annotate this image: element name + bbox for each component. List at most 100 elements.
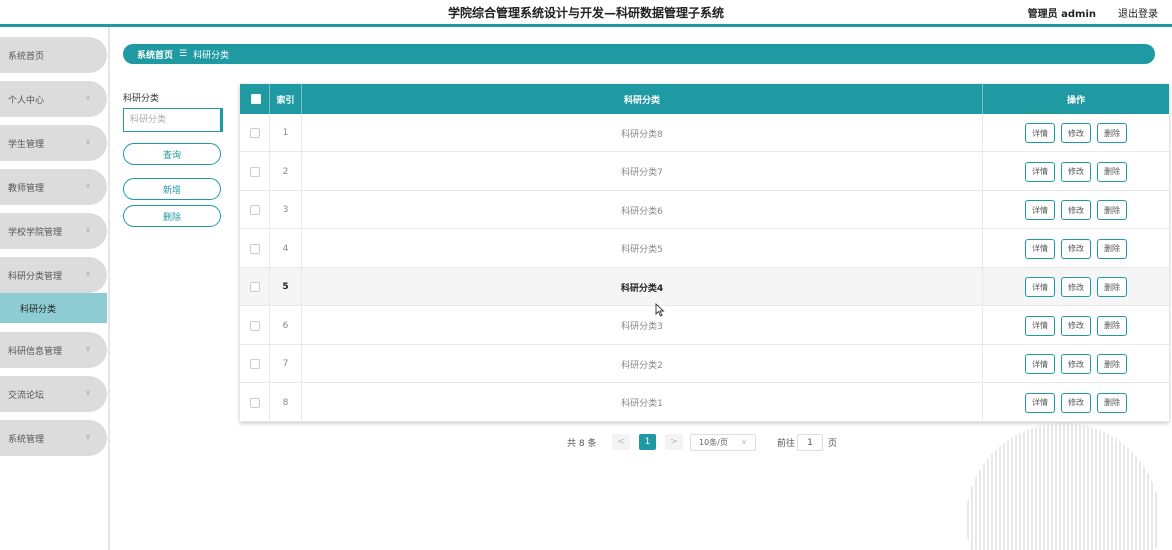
table-row[interactable]: 7 科研分类2 详情 修改 删除 bbox=[240, 345, 1169, 383]
detail-button[interactable]: 详情 bbox=[1025, 123, 1055, 143]
row-checkbox[interactable] bbox=[249, 282, 260, 292]
sidebar: 系统首页 个人中心 ∨ 学生管理 ∨ 教师管理 ∨ 学校学院管理 ∨ 科研分类管… bbox=[0, 27, 110, 550]
sidebar-item-personal[interactable]: 个人中心 ∨ bbox=[0, 81, 107, 117]
row-category: 科研分类8 bbox=[302, 114, 983, 152]
table-row[interactable]: 2 科研分类7 详情 修改 删除 bbox=[240, 152, 1169, 191]
row-category: 科研分类3 bbox=[302, 306, 983, 345]
chevron-down-icon: ∨ bbox=[85, 137, 91, 146]
sidebar-item-research-info[interactable]: 科研信息管理 ∨ bbox=[0, 332, 107, 368]
sidebar-subitem-research-category[interactable]: 科研分类 bbox=[0, 293, 107, 323]
category-search-input[interactable] bbox=[123, 108, 223, 132]
sidebar-item-label: 科研分类管理 bbox=[8, 271, 63, 282]
column-header-category: 科研分类 bbox=[302, 84, 983, 114]
page-size-select[interactable]: 10条/页 ∨ bbox=[690, 434, 756, 451]
detail-button[interactable]: 详情 bbox=[1025, 200, 1055, 220]
row-actions: 详情 修改 删除 bbox=[983, 153, 1169, 191]
page-title: 学院综合管理系统设计与开发—科研数据管理子系统 bbox=[447, 6, 724, 20]
page-size-value: 10条/页 bbox=[699, 438, 728, 447]
row-checkbox[interactable] bbox=[249, 359, 260, 369]
header-select-all[interactable] bbox=[240, 84, 270, 114]
edit-button[interactable]: 修改 bbox=[1061, 392, 1091, 413]
row-select-cell bbox=[240, 268, 270, 306]
header-divider bbox=[0, 24, 1172, 27]
pagination-total: 共 8 条 bbox=[567, 439, 597, 449]
row-index: 8 bbox=[270, 383, 302, 422]
sidebar-item-home[interactable]: 系统首页 bbox=[0, 37, 107, 73]
detail-button[interactable]: 详情 bbox=[1025, 354, 1055, 374]
row-category: 科研分类1 bbox=[302, 383, 983, 422]
table-row[interactable]: 5 科研分类4 详情 修改 删除 bbox=[240, 268, 1169, 306]
row-checkbox[interactable] bbox=[249, 320, 260, 331]
top-bar: 学院综合管理系统设计与开发—科研数据管理子系统 管理员 admin 退出登录 bbox=[0, 0, 1172, 24]
sidebar-item-research-category[interactable]: 科研分类管理 ∧ bbox=[0, 257, 107, 293]
table-row[interactable]: 3 科研分类6 详情 修改 删除 bbox=[240, 191, 1169, 229]
batch-delete-button[interactable]: 删除 bbox=[123, 205, 221, 227]
row-category: 科研分类7 bbox=[302, 152, 983, 191]
row-index: 4 bbox=[270, 229, 302, 268]
prev-page-button[interactable]: < bbox=[612, 434, 630, 450]
row-select-cell bbox=[240, 383, 270, 422]
row-select-cell bbox=[240, 345, 270, 383]
logout-link[interactable]: 退出登录 bbox=[1118, 5, 1158, 20]
row-checkbox[interactable] bbox=[249, 243, 260, 254]
sidebar-item-label: 系统首页 bbox=[8, 51, 45, 62]
row-checkbox[interactable] bbox=[249, 397, 260, 408]
edit-button[interactable]: 修改 bbox=[1061, 200, 1091, 220]
next-page-button[interactable]: > bbox=[665, 434, 683, 450]
chevron-down-icon: ∨ bbox=[85, 344, 91, 353]
query-button[interactable]: 查询 bbox=[123, 143, 221, 165]
sidebar-item-schools[interactable]: 学校学院管理 ∨ bbox=[0, 213, 107, 249]
table-row[interactable]: 1 科研分类8 详情 修改 删除 bbox=[240, 114, 1169, 152]
table-row[interactable]: 4 科研分类5 详情 修改 删除 bbox=[240, 229, 1169, 268]
sidebar-item-teachers[interactable]: 教师管理 ∨ bbox=[0, 169, 107, 205]
sidebar-item-label: 学生管理 bbox=[8, 139, 45, 150]
row-actions: 详情 修改 删除 bbox=[983, 191, 1169, 229]
row-actions: 详情 修改 删除 bbox=[983, 230, 1169, 268]
table-row[interactable]: 6 科研分类3 详情 修改 删除 bbox=[240, 306, 1169, 345]
table-header: 索引 科研分类 操作 bbox=[240, 84, 1169, 114]
delete-button[interactable]: 删除 bbox=[1097, 315, 1127, 336]
table-row[interactable]: 8 科研分类1 详情 修改 删除 bbox=[240, 383, 1169, 422]
delete-button[interactable]: 删除 bbox=[1097, 354, 1127, 374]
delete-button[interactable]: 删除 bbox=[1097, 123, 1127, 143]
row-category: 科研分类6 bbox=[302, 191, 983, 229]
delete-button[interactable]: 删除 bbox=[1097, 200, 1127, 220]
goto-page-input[interactable] bbox=[797, 434, 823, 451]
select-all-checkbox[interactable] bbox=[251, 94, 261, 104]
page-1-button[interactable]: 1 bbox=[639, 434, 656, 450]
detail-button[interactable]: 详情 bbox=[1025, 238, 1055, 259]
sidebar-item-label: 交流论坛 bbox=[8, 390, 45, 401]
chevron-down-icon: ∨ bbox=[85, 225, 91, 234]
breadcrumb-separator-icon: ☰ bbox=[179, 49, 188, 59]
edit-button[interactable]: 修改 bbox=[1061, 277, 1091, 297]
row-checkbox[interactable] bbox=[249, 128, 260, 138]
row-select-cell bbox=[240, 152, 270, 191]
detail-button[interactable]: 详情 bbox=[1025, 392, 1055, 413]
row-checkbox[interactable] bbox=[249, 166, 260, 177]
sidebar-item-label: 科研信息管理 bbox=[8, 346, 63, 357]
row-index: 6 bbox=[270, 306, 302, 345]
delete-button[interactable]: 删除 bbox=[1097, 161, 1127, 182]
edit-button[interactable]: 修改 bbox=[1061, 354, 1091, 374]
sidebar-item-forum[interactable]: 交流论坛 ∨ bbox=[0, 376, 107, 412]
detail-button[interactable]: 详情 bbox=[1025, 161, 1055, 182]
row-checkbox[interactable] bbox=[249, 205, 260, 215]
delete-button[interactable]: 删除 bbox=[1097, 277, 1127, 297]
delete-button[interactable]: 删除 bbox=[1097, 238, 1127, 259]
edit-button[interactable]: 修改 bbox=[1061, 315, 1091, 336]
edit-button[interactable]: 修改 bbox=[1061, 123, 1091, 143]
sidebar-subitem-label: 科研分类 bbox=[20, 304, 57, 315]
pagination: 共 8 条 < 1 > 10条/页 ∨ 前往 页 bbox=[0, 432, 1172, 452]
detail-button[interactable]: 详情 bbox=[1025, 277, 1055, 297]
sidebar-item-students[interactable]: 学生管理 ∨ bbox=[0, 125, 107, 161]
row-index: 7 bbox=[270, 345, 302, 383]
breadcrumb-home[interactable]: 系统首页 bbox=[137, 48, 173, 61]
edit-button[interactable]: 修改 bbox=[1061, 161, 1091, 182]
delete-button[interactable]: 删除 bbox=[1097, 392, 1127, 413]
row-index: 2 bbox=[270, 152, 302, 191]
goto-unit: 页 bbox=[828, 439, 838, 449]
add-button[interactable]: 新增 bbox=[123, 178, 221, 200]
edit-button[interactable]: 修改 bbox=[1061, 238, 1091, 259]
current-user: 管理员 admin bbox=[1027, 9, 1096, 20]
detail-button[interactable]: 详情 bbox=[1025, 315, 1055, 336]
